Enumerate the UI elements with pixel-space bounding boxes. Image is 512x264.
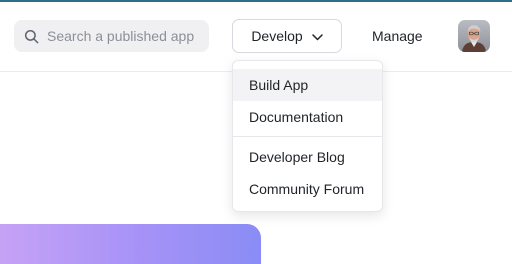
menu-divider [233,136,382,137]
search-input[interactable] [47,28,207,44]
search-icon [24,29,39,44]
menu-item-label: Documentation [249,109,344,125]
gradient-banner-card [0,224,261,264]
user-avatar[interactable] [458,20,490,52]
develop-dropdown-button[interactable]: Develop [232,19,342,53]
menu-item-label: Community Forum [249,181,365,197]
menu-item-documentation[interactable]: Documentation [233,101,382,133]
search-box[interactable] [14,20,209,52]
menu-item-developer-blog[interactable]: Developer Blog [233,141,382,173]
manage-link[interactable]: Manage [372,28,423,44]
menu-item-community-forum[interactable]: Community Forum [233,173,382,205]
menu-item-build-app[interactable]: Build App [233,69,382,101]
develop-button-label: Develop [251,28,303,44]
menu-item-label: Build App [249,77,309,93]
menu-item-label: Developer Blog [249,149,345,165]
chevron-down-icon [311,28,323,44]
develop-dropdown-menu: Build App Documentation Developer Blog C… [232,60,383,212]
